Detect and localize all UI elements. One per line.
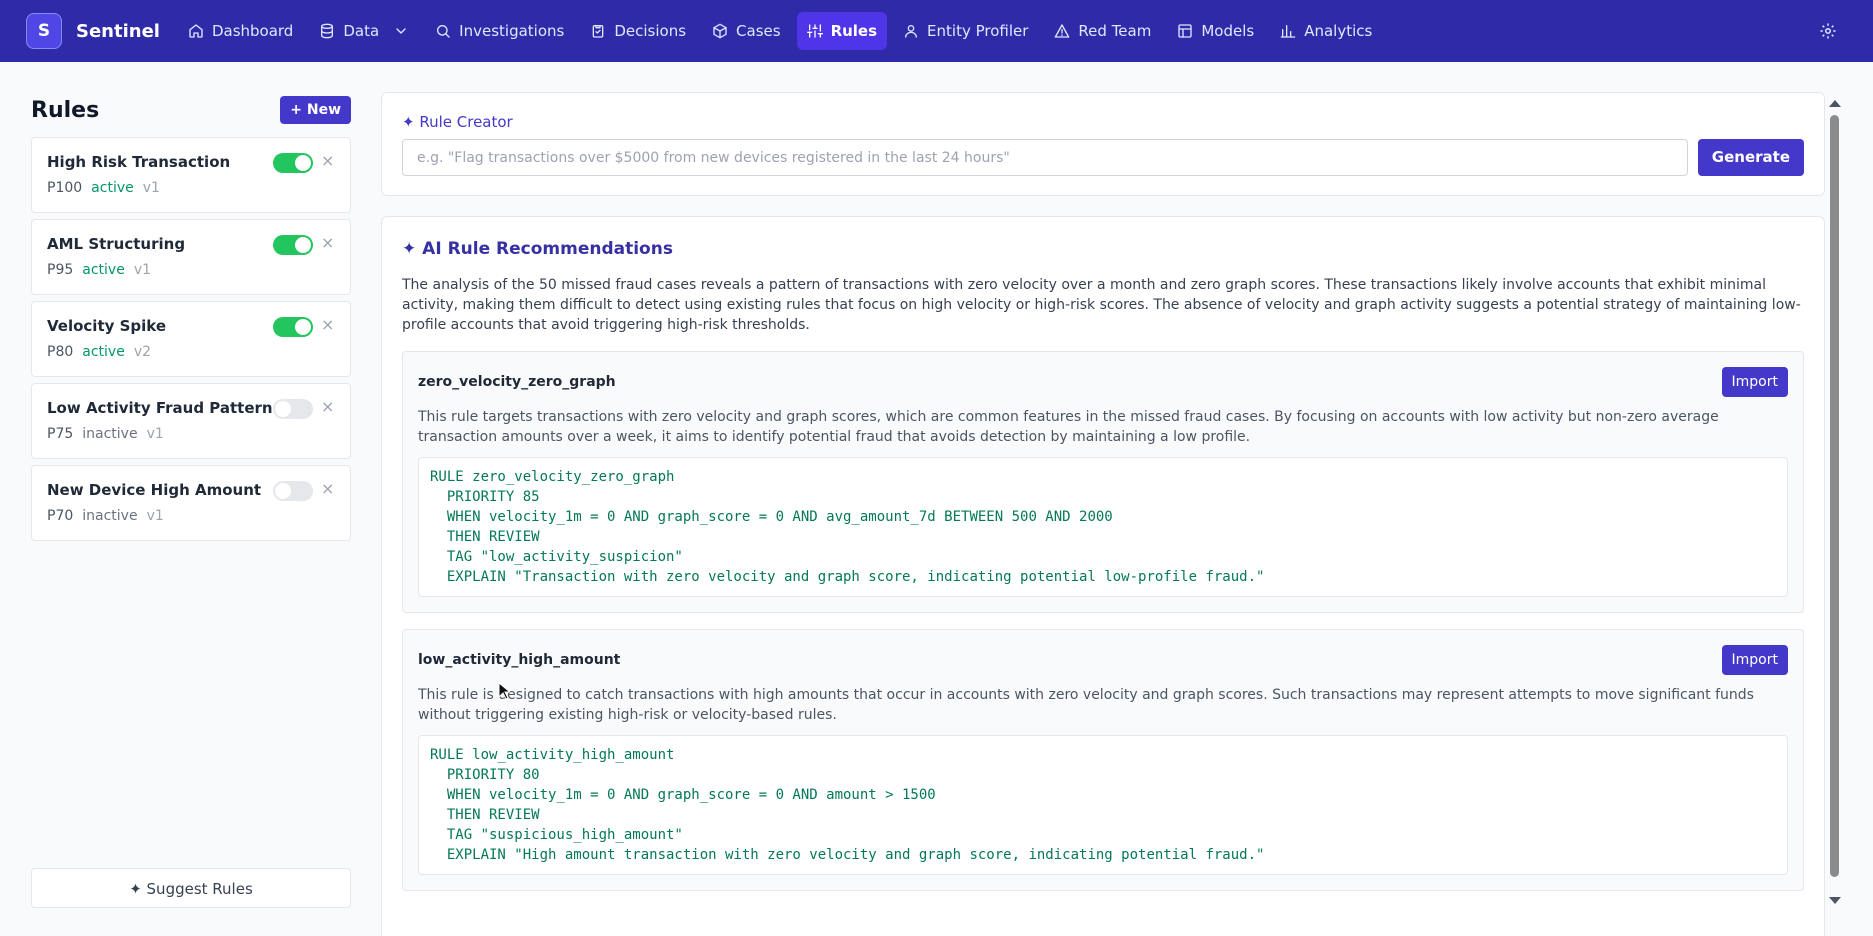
rule-version: v1 — [142, 180, 160, 196]
nav-rules[interactable]: Rules — [796, 12, 888, 50]
rule-toggle[interactable] — [273, 235, 313, 255]
nav-label: Dashboard — [211, 22, 294, 40]
rule-item[interactable]: AML Structuring P95 active v1 × — [31, 219, 351, 295]
sidebar-header: Rules + New — [31, 95, 351, 125]
chevron-down-icon — [396, 28, 406, 34]
rule-item[interactable]: Low Activity Fraud Pattern P75 inactive … — [31, 383, 351, 459]
nav-analytics[interactable]: Analytics — [1270, 12, 1382, 50]
rule-status: active — [82, 344, 125, 360]
ai-recommendations-panel: ✦ AI Rule Recommendations The analysis o… — [381, 216, 1825, 936]
gear-icon — [1820, 23, 1836, 39]
import-button[interactable]: Import — [1721, 367, 1788, 397]
rule-toggle[interactable] — [273, 317, 313, 337]
nav-cases[interactable]: Cases — [702, 12, 791, 50]
nav-red-team[interactable]: Red Team — [1044, 12, 1161, 50]
top-nav: S Sentinel Dashboard Data Investigations… — [0, 0, 1873, 62]
nav-data[interactable]: Data — [309, 12, 419, 50]
delete-rule-icon[interactable]: × — [321, 315, 334, 334]
rule-item[interactable]: Velocity Spike P80 active v2 × — [31, 301, 351, 377]
rule-version: v1 — [146, 426, 164, 442]
home-icon — [189, 24, 203, 38]
nav-label: Data — [343, 22, 380, 40]
recommendation-description: This rule is designed to catch transacti… — [418, 687, 1754, 723]
rule-list: High Risk Transaction P100 active v1 × A… — [31, 137, 351, 541]
sliders-icon — [806, 24, 823, 38]
rule-priority: P80 — [47, 344, 74, 360]
rule-item[interactable]: New Device High Amount P70 inactive v1 × — [31, 465, 351, 541]
rule-creator-title: ✦ Rule Creator — [402, 113, 513, 131]
nav-label: Red Team — [1078, 22, 1152, 40]
rule-priority: P100 — [47, 180, 83, 196]
rule-status: inactive — [82, 508, 138, 524]
recommendation-card: zero_velocity_zero_graph Import This rul… — [402, 351, 1804, 613]
rule-status: inactive — [82, 426, 138, 442]
scroll-up-icon[interactable] — [1829, 100, 1841, 107]
rules-sidebar: Rules + New High Risk Transaction P100 a… — [31, 62, 351, 936]
recommendation-name: low_activity_high_amount — [418, 652, 621, 668]
recommendation-description: This rule targets transactions with zero… — [418, 409, 1719, 445]
delete-rule-icon[interactable]: × — [321, 233, 334, 252]
rule-toggle[interactable] — [273, 153, 313, 173]
import-button[interactable]: Import — [1721, 645, 1788, 675]
rule-code-block: RULE zero_velocity_zero_graph PRIORITY 8… — [418, 457, 1788, 597]
rule-toggle[interactable] — [273, 481, 313, 501]
nav-label: Cases — [736, 22, 781, 40]
delete-rule-icon[interactable]: × — [321, 397, 334, 416]
nav-label: Decisions — [614, 22, 687, 40]
user-icon — [905, 25, 918, 38]
delete-rule-icon[interactable]: × — [321, 479, 334, 498]
rule-status: active — [91, 180, 134, 196]
nav-decisions[interactable]: Decisions — [580, 12, 696, 50]
settings-button[interactable] — [1819, 22, 1837, 44]
main-scrollbar[interactable] — [1828, 96, 1842, 908]
rule-version: v2 — [133, 344, 152, 360]
scroll-down-icon[interactable] — [1829, 897, 1841, 904]
database-icon — [321, 23, 334, 39]
rule-priority: P95 — [47, 262, 74, 278]
rule-version: v1 — [133, 262, 152, 278]
rule-version: v1 — [146, 508, 164, 524]
new-rule-button[interactable]: + New — [280, 96, 351, 124]
search-icon — [437, 25, 450, 38]
recommendation-card: low_activity_high_amount Import This rul… — [402, 629, 1804, 891]
layout-icon — [1178, 24, 1193, 38]
sidebar-title: Rules — [31, 97, 100, 123]
main-content: ✦ Rule Creator Generate ✦ AI Rule Recomm… — [381, 92, 1825, 936]
nav-entity-profiler[interactable]: Entity Profiler — [893, 12, 1038, 50]
nav-models[interactable]: Models — [1167, 12, 1264, 50]
nav-dashboard[interactable]: Dashboard — [178, 12, 303, 50]
recommendation-name: zero_velocity_zero_graph — [418, 374, 616, 390]
box-icon — [713, 23, 727, 39]
nav-label: Models — [1201, 22, 1255, 40]
rule-priority: P70 — [47, 508, 74, 524]
rule-code-block: RULE low_activity_high_amount PRIORITY 8… — [418, 735, 1788, 875]
rule-item[interactable]: High Risk Transaction P100 active v1 × — [31, 137, 351, 213]
clipboard-icon — [593, 25, 604, 38]
nav-label: Investigations — [459, 22, 565, 40]
generate-button[interactable]: Generate — [1697, 139, 1804, 176]
nav-label: Analytics — [1304, 22, 1373, 40]
warning-icon — [1055, 24, 1070, 38]
recommendations-title: ✦ AI Rule Recommendations — [402, 239, 673, 259]
bar-chart-icon — [1280, 25, 1296, 38]
nav-label: Entity Profiler — [927, 22, 1029, 40]
nav-label: Rules — [830, 22, 878, 40]
app-name: Sentinel — [76, 20, 160, 42]
rule-toggle[interactable] — [273, 399, 313, 419]
rule-creator-input[interactable] — [402, 139, 1688, 176]
delete-rule-icon[interactable]: × — [321, 151, 334, 170]
scrollbar-thumb[interactable] — [1830, 115, 1839, 877]
rule-creator-panel: ✦ Rule Creator Generate — [381, 92, 1825, 196]
recommendations-summary: The analysis of the 50 missed fraud case… — [402, 277, 1801, 333]
app-logo[interactable]: S — [26, 13, 62, 49]
rule-status: active — [82, 262, 125, 278]
nav-investigations[interactable]: Investigations — [425, 12, 574, 50]
rule-priority: P75 — [47, 426, 74, 442]
suggest-rules-button[interactable]: ✦ Suggest Rules — [31, 868, 351, 908]
